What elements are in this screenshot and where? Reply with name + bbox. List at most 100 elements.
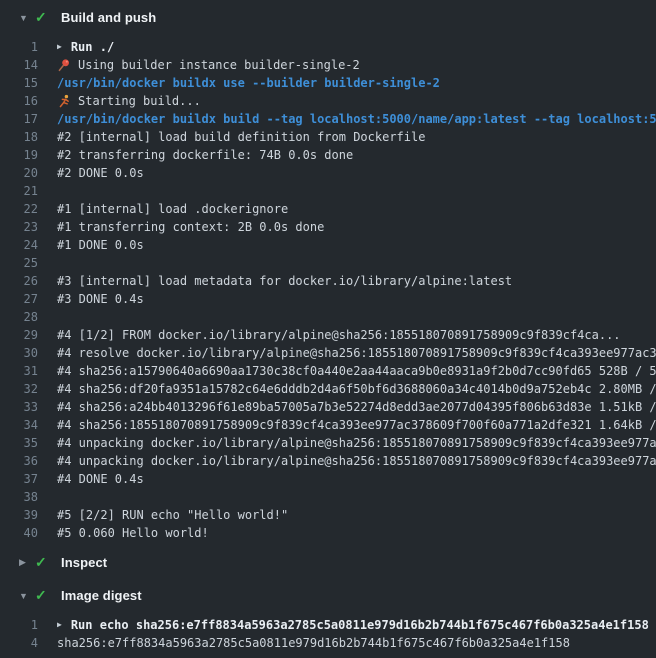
log-text: #2 transferring dockerfile: 74B 0.0s don… [38, 146, 656, 164]
actions-log-viewer: ▼✓Build and push1▶Run ./14Using builder … [0, 0, 656, 658]
log-text-content: Run ./ [71, 38, 114, 56]
line-number[interactable]: 24 [0, 236, 38, 254]
run-toggle-icon[interactable]: ▶ [57, 38, 62, 56]
section-build-and-push: ▼✓Build and push1▶Run ./14Using builder … [0, 0, 656, 545]
log-text: #4 resolve docker.io/library/alpine@sha2… [38, 344, 656, 362]
log-line: 37 #4 DONE 0.4s [0, 470, 656, 488]
log-line: 28 [0, 308, 656, 326]
line-number[interactable]: 35 [0, 434, 38, 452]
log-text-content: #4 unpacking docker.io/library/alpine@sh… [57, 452, 656, 470]
check-success-icon: ✓ [34, 554, 61, 571]
log-line: 33 #4 sha256:a24bb4013296f61e89ba57005a7b… [0, 398, 656, 416]
line-number[interactable]: 38 [0, 488, 38, 506]
line-number[interactable]: 17 [0, 110, 38, 128]
log-text-content: /usr/bin/docker buildx use --builder bui… [57, 74, 440, 92]
chevron-down-icon[interactable]: ▼ [12, 591, 34, 601]
line-number[interactable]: 1 [0, 38, 38, 56]
chevron-down-icon[interactable]: ▼ [12, 13, 34, 23]
log-text-content: sha256:e7ff8834a5963a2785c5a0811e979d16b… [57, 634, 570, 652]
log-text-content: #1 [internal] load .dockerignore [57, 200, 288, 218]
log-text-content: #3 [internal] load metadata for docker.i… [57, 272, 512, 290]
line-number[interactable]: 30 [0, 344, 38, 362]
log-text: #4 sha256:df20fa9351a15782c64e6dddb2d4a6… [38, 380, 656, 398]
log-text-content: #2 [internal] load build definition from… [57, 128, 425, 146]
log-text-content: #4 DONE 0.4s [57, 470, 144, 488]
log-text-content: #4 sha256:df20fa9351a15782c64e6dddb2d4a6… [57, 380, 656, 398]
runner-icon [57, 94, 71, 108]
log-text: #4 unpacking docker.io/library/alpine@sh… [38, 434, 656, 452]
log-text: #2 [internal] load build definition from… [38, 128, 656, 146]
log-text [38, 488, 656, 506]
log-line: 25 [0, 254, 656, 272]
log-text: ▶ Run ./ [38, 38, 656, 56]
line-number[interactable]: 26 [0, 272, 38, 290]
log-line: 24 #1 DONE 0.0s [0, 236, 656, 254]
log-text-content: #1 transferring context: 2B 0.0s done [57, 218, 324, 236]
log-text-content: #1 DONE 0.0s [57, 236, 144, 254]
section-image-digest: ▼✓Image digest 1▶Run echo sha256:e7ff8834… [0, 578, 656, 655]
section-log-lines: 1▶Run ./14Using builder instance builder… [0, 33, 656, 545]
line-number[interactable]: 19 [0, 146, 38, 164]
log-line: 27 #3 DONE 0.4s [0, 290, 656, 308]
log-line: 26 #3 [internal] load metadata for docker… [0, 272, 656, 290]
log-text-content: #4 [1/2] FROM docker.io/library/alpine@s… [57, 326, 621, 344]
log-text-content: #4 unpacking docker.io/library/alpine@sh… [57, 434, 656, 452]
line-number[interactable]: 31 [0, 362, 38, 380]
log-line: 16Starting build... [0, 92, 656, 110]
line-number[interactable]: 29 [0, 326, 38, 344]
log-text: #4 [1/2] FROM docker.io/library/alpine@s… [38, 326, 656, 344]
log-line: 38 [0, 488, 656, 506]
section-title: Image digest [61, 588, 142, 603]
line-number[interactable]: 23 [0, 218, 38, 236]
log-text: Starting build... [38, 92, 656, 110]
section-header-inspect[interactable]: ▶✓Inspect [0, 545, 656, 578]
section-header-image-digest[interactable]: ▼✓Image digest [0, 578, 656, 611]
pushpin-icon [57, 58, 71, 72]
log-text: #2 DONE 0.0s [38, 164, 656, 182]
run-toggle-icon[interactable]: ▶ [57, 616, 62, 634]
log-line: 1▶Run echo sha256:e7ff8834a5963a2785c5a0… [0, 616, 656, 634]
line-number[interactable]: 16 [0, 92, 38, 110]
log-text-content: #5 0.060 Hello world! [57, 524, 209, 542]
log-text: /usr/bin/docker buildx build --tag local… [38, 110, 656, 128]
line-number[interactable]: 22 [0, 200, 38, 218]
log-line: 1 ▶ Run ./ [0, 38, 656, 56]
line-number[interactable]: 27 [0, 290, 38, 308]
log-line: 32 #4 sha256:df20fa9351a15782c64e6dddb2d4… [0, 380, 656, 398]
log-text-content: #3 DONE 0.4s [57, 290, 144, 308]
log-text-content: #4 sha256:a24bb4013296f61e89ba57005a7b3e… [57, 398, 656, 416]
log-text: ▶Run echo sha256:e7ff8834a5963a2785c5a08… [38, 616, 656, 634]
log-line: 30 #4 resolve docker.io/library/alpine@sh… [0, 344, 656, 362]
line-number[interactable]: 15 [0, 74, 38, 92]
line-number[interactable]: 25 [0, 254, 38, 272]
log-text-content: #4 sha256:185518070891758909c9f839cf4ca3… [57, 416, 656, 434]
line-number[interactable]: 32 [0, 380, 38, 398]
check-success-icon: ✓ [34, 9, 61, 26]
section-header-build-and-push[interactable]: ▼✓Build and push [0, 0, 656, 33]
line-number[interactable]: 4 [0, 634, 38, 652]
line-number[interactable]: 20 [0, 164, 38, 182]
log-text: #1 transferring context: 2B 0.0s done [38, 218, 656, 236]
section-title: Build and push [61, 10, 156, 25]
log-text: #4 sha256:185518070891758909c9f839cf4ca3… [38, 416, 656, 434]
log-text-content: #4 resolve docker.io/library/alpine@sha2… [57, 344, 656, 362]
log-line: 21 [0, 182, 656, 200]
line-number[interactable]: 14 [0, 56, 38, 74]
log-text: sha256:e7ff8834a5963a2785c5a0811e979d16b… [38, 634, 656, 652]
line-number[interactable]: 28 [0, 308, 38, 326]
line-number[interactable]: 21 [0, 182, 38, 200]
log-line: 40 #5 0.060 Hello world! [0, 524, 656, 542]
line-number[interactable]: 18 [0, 128, 38, 146]
log-text [38, 182, 656, 200]
line-number[interactable]: 39 [0, 506, 38, 524]
line-number[interactable]: 1 [0, 616, 38, 634]
line-number[interactable]: 33 [0, 398, 38, 416]
line-number[interactable]: 40 [0, 524, 38, 542]
log-line: 4 sha256:e7ff8834a5963a2785c5a0811e979d16… [0, 634, 656, 652]
line-number[interactable]: 34 [0, 416, 38, 434]
line-number[interactable]: 37 [0, 470, 38, 488]
chevron-right-icon[interactable]: ▶ [12, 557, 34, 568]
log-text: #1 [internal] load .dockerignore [38, 200, 656, 218]
log-line: 35 #4 unpacking docker.io/library/alpine@… [0, 434, 656, 452]
line-number[interactable]: 36 [0, 452, 38, 470]
